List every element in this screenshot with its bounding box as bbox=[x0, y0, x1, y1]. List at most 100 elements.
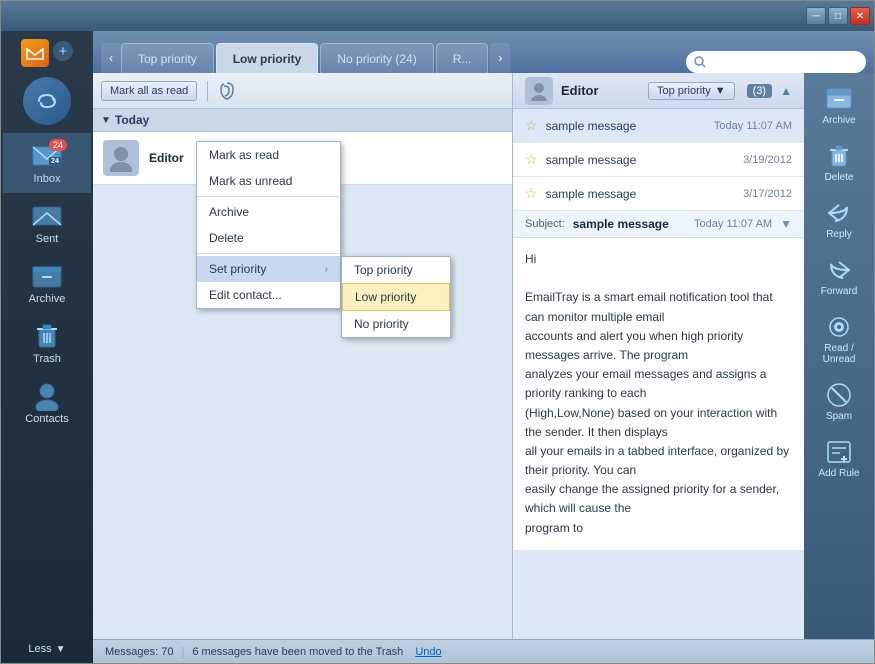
less-container: Less ▼ bbox=[28, 643, 65, 655]
star-icon-2[interactable]: ☆ bbox=[525, 185, 538, 202]
tab-no-priority[interactable]: No priority (24) bbox=[320, 43, 433, 73]
menu-item-delete[interactable]: Delete bbox=[197, 225, 340, 251]
menu-item-mark-read[interactable]: Mark as read bbox=[197, 142, 340, 168]
action-delete-label: Delete bbox=[825, 172, 854, 183]
email-list-item-0[interactable]: ☆ sample message Today 11:07 AM bbox=[513, 109, 804, 143]
action-add-rule[interactable]: Add Rule bbox=[805, 430, 873, 487]
email-sender-name: Editor bbox=[561, 83, 599, 98]
search-input[interactable] bbox=[710, 56, 858, 68]
mark-all-read-button[interactable]: Mark all as read bbox=[101, 81, 197, 101]
email-sender-avatar bbox=[525, 77, 553, 105]
archive-sidebar-icon bbox=[31, 263, 63, 289]
email-header: Editor Top priority ▼ (3) ▲ bbox=[513, 73, 804, 109]
email-avatar-icon bbox=[529, 81, 549, 101]
group-arrow-icon: ▼ bbox=[101, 115, 111, 126]
less-arrow-icon: ▼ bbox=[56, 644, 66, 655]
status-bar: Messages: 70 | 6 messages have been move… bbox=[93, 639, 874, 663]
right-pane: Editor Top priority ▼ (3) ▲ ☆ sample mes… bbox=[513, 73, 804, 639]
sidebar-item-less[interactable]: Less ▼ bbox=[3, 635, 91, 663]
submenu-item-no-priority[interactable]: No priority bbox=[342, 311, 450, 337]
email-priority-badge[interactable]: Top priority ▼ bbox=[648, 82, 735, 100]
tab-top-priority[interactable]: Top priority bbox=[121, 43, 214, 73]
menu-divider-2 bbox=[197, 253, 340, 254]
main-layout: + 24 24 bbox=[1, 31, 874, 663]
tab-low-priority[interactable]: Low priority bbox=[216, 43, 319, 73]
minimize-button[interactable]: ─ bbox=[806, 7, 826, 25]
submenu-item-low-priority[interactable]: Low priority bbox=[342, 283, 450, 311]
menu-item-delete-label: Delete bbox=[209, 231, 244, 245]
action-archive[interactable]: Archive bbox=[805, 77, 873, 134]
sidebar-item-inbox[interactable]: 24 24 Inbox bbox=[3, 133, 91, 193]
tab-next-button[interactable]: › bbox=[490, 43, 510, 73]
action-delete[interactable]: Delete bbox=[805, 134, 873, 191]
archive-action-icon bbox=[823, 85, 855, 113]
menu-item-edit-contact-label: Edit contact... bbox=[209, 288, 282, 302]
star-icon-1[interactable]: ☆ bbox=[525, 151, 538, 168]
context-menu: Mark as read Mark as unread Archive Dele… bbox=[196, 141, 341, 309]
sent-icon bbox=[31, 203, 63, 229]
sidebar-item-sent[interactable]: Sent bbox=[3, 193, 91, 253]
contacts-icon-container bbox=[29, 381, 65, 411]
maximize-button[interactable]: □ bbox=[828, 7, 848, 25]
menu-item-mark-unread[interactable]: Mark as unread bbox=[197, 168, 340, 194]
read-unread-action-icon bbox=[823, 313, 855, 341]
email-list-item-1[interactable]: ☆ sample message 3/19/2012 bbox=[513, 143, 804, 177]
close-button[interactable]: ✕ bbox=[850, 7, 870, 25]
reply-action-icon bbox=[823, 199, 855, 227]
email-subject-label: Subject: bbox=[525, 218, 565, 230]
menu-item-archive[interactable]: Archive bbox=[197, 199, 340, 225]
undo-button[interactable]: Undo bbox=[415, 646, 441, 658]
submenu-arrow-icon: › bbox=[325, 264, 328, 275]
submenu-low-priority-label: Low priority bbox=[355, 290, 416, 304]
add-account-button[interactable]: + bbox=[53, 41, 73, 61]
menu-item-edit-contact[interactable]: Edit contact... bbox=[197, 282, 340, 308]
reply-icon-svg bbox=[825, 201, 853, 225]
action-spam-label: Spam bbox=[826, 411, 852, 422]
sidebar-label-sent: Sent bbox=[36, 233, 59, 245]
priority-arrow-icon: ▼ bbox=[715, 85, 726, 97]
email-subject-date: Today 11:07 AM bbox=[694, 218, 772, 230]
trash-icon bbox=[31, 321, 63, 351]
star-icon-0[interactable]: ☆ bbox=[525, 117, 538, 134]
action-spam[interactable]: Spam bbox=[805, 373, 873, 430]
action-forward-label: Forward bbox=[821, 286, 858, 297]
logo-area: + bbox=[13, 39, 81, 67]
email-count-badge: (3) bbox=[747, 84, 772, 98]
refresh-button[interactable] bbox=[23, 77, 71, 125]
menu-item-set-priority[interactable]: Set priority › bbox=[197, 256, 340, 282]
archive-icon-svg bbox=[825, 87, 853, 111]
sidebar-label-inbox: Inbox bbox=[34, 173, 61, 185]
tab-r[interactable]: R... bbox=[436, 43, 489, 73]
read-icon-svg bbox=[825, 315, 853, 339]
titlebar-controls: ─ □ ✕ bbox=[806, 7, 870, 25]
message-avatar bbox=[103, 140, 139, 176]
attach-button[interactable] bbox=[218, 82, 236, 100]
forward-action-icon bbox=[823, 256, 855, 284]
action-read-unread[interactable]: Read /Unread bbox=[805, 305, 873, 373]
sidebar-item-contacts[interactable]: Contacts bbox=[3, 373, 91, 433]
menu-divider-1 bbox=[197, 196, 340, 197]
action-bar: Archive bbox=[804, 73, 874, 639]
forward-icon-svg bbox=[825, 258, 853, 282]
svg-text:24: 24 bbox=[51, 158, 59, 165]
submenu-item-top-priority[interactable]: Top priority bbox=[342, 257, 450, 283]
email-priority-label: Top priority bbox=[657, 85, 711, 97]
status-text: 6 messages have been moved to the Trash bbox=[192, 646, 403, 658]
trash-icon-container bbox=[29, 321, 65, 351]
email-subject-1: sample message bbox=[546, 153, 744, 167]
tab-prev-button[interactable]: ‹ bbox=[101, 43, 121, 73]
email-expand-icon[interactable]: ▼ bbox=[780, 217, 792, 231]
delete-icon-svg bbox=[827, 143, 851, 169]
sidebar-item-archive[interactable]: Archive bbox=[3, 253, 91, 313]
action-reply-label: Reply bbox=[826, 229, 852, 240]
email-list-item-2[interactable]: ☆ sample message 3/17/2012 bbox=[513, 177, 804, 211]
menu-item-set-priority-label: Set priority bbox=[209, 262, 266, 276]
action-forward[interactable]: Forward bbox=[805, 248, 873, 305]
submenu-top-priority-label: Top priority bbox=[354, 263, 413, 277]
avatar-silhouette bbox=[107, 144, 135, 172]
action-reply[interactable]: Reply bbox=[805, 191, 873, 248]
email-subject-2: sample message bbox=[546, 187, 744, 201]
add-rule-action-icon bbox=[823, 438, 855, 466]
sidebar-item-trash[interactable]: Trash bbox=[3, 313, 91, 373]
logo-icon bbox=[26, 44, 44, 62]
